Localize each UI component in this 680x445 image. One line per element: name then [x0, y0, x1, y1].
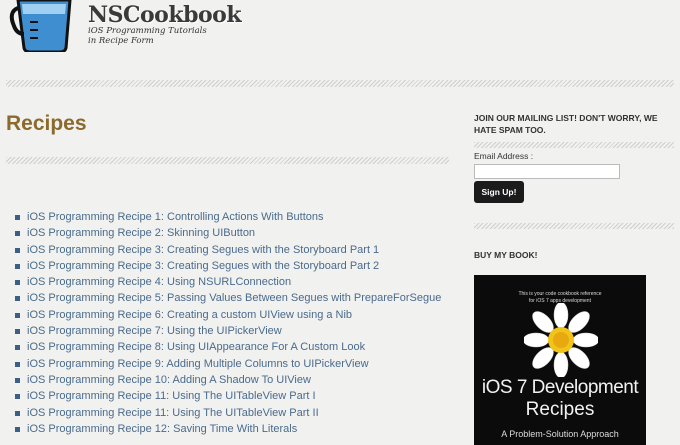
- recipe-link[interactable]: iOS Programming Recipe 1: Controlling Ac…: [27, 211, 324, 223]
- recipe-list-item: iOS Programming Recipe 7: Using the UIPi…: [10, 323, 441, 339]
- recipe-link[interactable]: iOS Programming Recipe 3: Creating Segue…: [27, 244, 379, 256]
- recipe-link[interactable]: iOS Programming Recipe 10: Adding A Shad…: [27, 374, 311, 386]
- recipe-list-item: iOS Programming Recipe 3: Creating Segue…: [10, 242, 441, 258]
- recipe-list-item: iOS Programming Recipe 8: Using UIAppear…: [10, 339, 441, 355]
- recipe-list-item: iOS Programming Recipe 10: Adding A Shad…: [10, 372, 441, 388]
- measuring-cup-icon[interactable]: [8, 0, 78, 52]
- recipe-list-item: iOS Programming Recipe 6: Creating a cus…: [10, 307, 441, 323]
- recipe-list-item: iOS Programming Recipe 2: Skinning UIBut…: [10, 225, 441, 241]
- site-tagline: iOS Programming Tutorials in Recipe Form: [88, 26, 218, 46]
- recipe-list-item: iOS Programming Recipe 3: Creating Segue…: [10, 258, 441, 274]
- recipe-link[interactable]: iOS Programming Recipe 9: Adding Multipl…: [27, 358, 369, 370]
- square-bullet-icon: [15, 426, 20, 432]
- recipe-link[interactable]: iOS Programming Recipe 7: Using the UIPi…: [27, 325, 282, 337]
- recipe-link[interactable]: iOS Programming Recipe 5: Passing Values…: [27, 292, 441, 304]
- recipe-link[interactable]: iOS Programming Recipe 12: Saving Time W…: [27, 423, 297, 435]
- square-bullet-icon: [15, 247, 20, 253]
- sidebar-divider: [474, 142, 674, 148]
- recipe-link[interactable]: iOS Programming Recipe 11: Using The UIT…: [27, 390, 316, 402]
- book-subtitle: A Problem-Solution Approach: [501, 429, 619, 439]
- recipe-link[interactable]: iOS Programming Recipe 8: Using UIAppear…: [27, 341, 365, 353]
- square-bullet-icon: [15, 361, 20, 367]
- book-heading: Buy my book!: [474, 250, 538, 260]
- recipe-link[interactable]: iOS Programming Recipe 3: Creating Segue…: [27, 260, 379, 272]
- square-bullet-icon: [15, 280, 20, 286]
- square-bullet-icon: [15, 231, 20, 237]
- recipe-list-item: iOS Programming Recipe 1: Controlling Ac…: [10, 209, 441, 225]
- recipe-link[interactable]: iOS Programming Recipe 6: Creating a cus…: [27, 309, 352, 321]
- square-bullet-icon: [15, 329, 20, 335]
- square-bullet-icon: [15, 345, 20, 351]
- recipe-list-item: iOS Programming Recipe 9: Adding Multipl…: [10, 356, 441, 372]
- recipe-list: iOS Programming Recipe 1: Controlling Ac…: [10, 209, 441, 437]
- email-label: Email Address :: [474, 151, 534, 161]
- site-header: NSCookbook iOS Programming Tutorials in …: [0, 0, 680, 60]
- recipe-link[interactable]: iOS Programming Recipe 11: Using The UIT…: [27, 407, 319, 419]
- recipe-list-item: iOS Programming Recipe 12: Saving Time W…: [10, 421, 441, 437]
- recipe-link[interactable]: iOS Programming Recipe 2: Skinning UIBut…: [27, 227, 255, 239]
- email-field[interactable]: [474, 164, 620, 179]
- page-title: Recipes: [6, 112, 87, 135]
- sidebar-divider-2: [474, 223, 674, 229]
- square-bullet-icon: [15, 263, 20, 269]
- recipe-list-item: iOS Programming Recipe 11: Using The UIT…: [10, 405, 441, 421]
- tagline-line-2: in Recipe Form: [88, 36, 154, 46]
- square-bullet-icon: [15, 215, 20, 220]
- book-title-line-1: iOS 7 Development: [481, 377, 639, 398]
- site-title[interactable]: NSCookbook: [88, 2, 242, 28]
- title-divider: [6, 157, 449, 164]
- header-divider: [6, 80, 674, 87]
- recipe-list-item: iOS Programming Recipe 5: Passing Values…: [10, 290, 441, 306]
- daisy-flower-icon: [524, 303, 598, 377]
- square-bullet-icon: [15, 394, 20, 400]
- recipe-link[interactable]: iOS Programming Recipe 4: Using NSURLCon…: [27, 276, 291, 288]
- mailing-list-heading: Join our mailing list! Don't worry, we h…: [474, 113, 658, 135]
- recipe-list-item: iOS Programming Recipe 4: Using NSURLCon…: [10, 274, 441, 290]
- square-bullet-icon: [15, 296, 20, 302]
- book-title-line-2: Recipes: [525, 399, 595, 420]
- recipe-list-item: iOS Programming Recipe 11: Using The UIT…: [10, 388, 441, 404]
- book-cover[interactable]: This is your code cookbook reference for…: [474, 275, 646, 445]
- square-bullet-icon: [15, 312, 20, 318]
- tagline-line-1: iOS Programming Tutorials: [88, 26, 207, 36]
- square-bullet-icon: [15, 410, 20, 416]
- book-blurb-line-1: This is your code cookbook reference: [518, 291, 602, 297]
- sign-up-button[interactable]: Sign Up!: [474, 181, 524, 203]
- square-bullet-icon: [15, 377, 20, 383]
